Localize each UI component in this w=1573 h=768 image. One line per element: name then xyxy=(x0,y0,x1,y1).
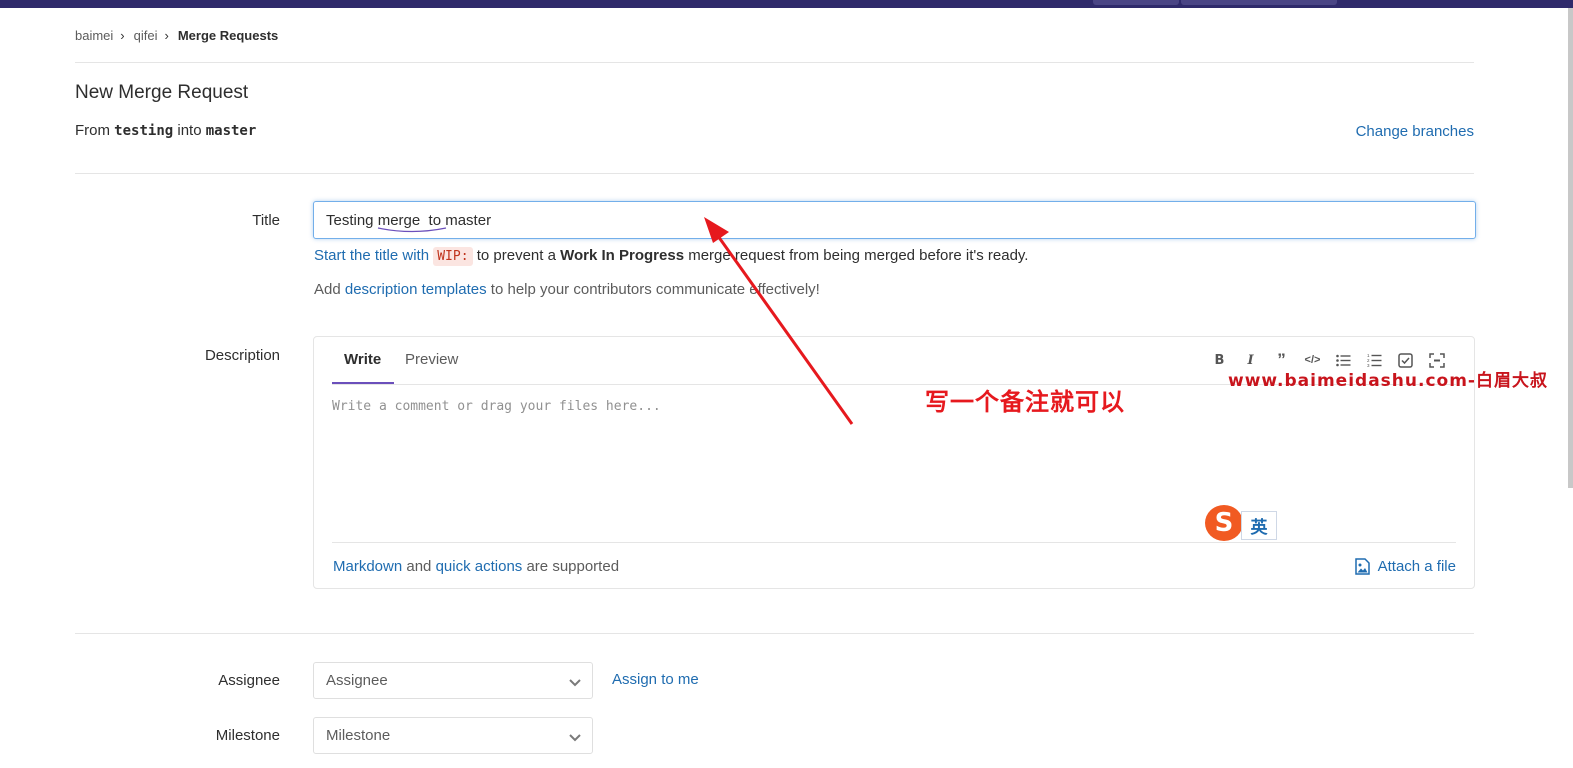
markdown-link[interactable]: Markdown xyxy=(333,558,402,575)
from-label: From xyxy=(75,122,110,139)
ime-indicator[interactable]: S 英 xyxy=(1205,505,1277,541)
description-templates-link[interactable]: description templates xyxy=(345,281,487,298)
watermark: www.baimeidashu.com-白眉大叔 xyxy=(1228,371,1548,391)
change-branches-link[interactable]: Change branches xyxy=(1356,123,1474,140)
editor-footer-divider xyxy=(332,542,1456,543)
tab-write[interactable]: Write xyxy=(344,351,381,368)
chevron-down-icon xyxy=(569,679,581,687)
assignee-dropdown[interactable]: Assignee xyxy=(313,662,593,699)
chevron-down-icon xyxy=(569,734,581,742)
wip-code: WIP: xyxy=(433,247,473,266)
breadcrumb: baimei › qifei › Merge Requests xyxy=(75,28,278,43)
wip-hint-strong: Work In Progress xyxy=(560,247,685,264)
into-label: into xyxy=(177,122,202,139)
attach-file-button[interactable]: Attach a file xyxy=(1354,558,1456,575)
markdown-hint: Markdown and quick actions are supported xyxy=(333,558,619,575)
scrollbar[interactable] xyxy=(1568,8,1573,488)
milestone-label: Milestone xyxy=(215,727,280,744)
chevron-right-icon: › xyxy=(164,28,169,43)
source-branch: testing xyxy=(114,123,174,139)
ime-language-toggle[interactable]: 英 xyxy=(1241,511,1277,540)
divider xyxy=(75,173,1474,174)
target-branch: master xyxy=(205,123,257,139)
navbar-tab[interactable] xyxy=(1181,0,1337,5)
templates-hint-prefix: Add xyxy=(314,281,341,298)
assign-to-me-link[interactable]: Assign to me xyxy=(612,671,699,688)
description-textarea[interactable] xyxy=(332,395,1456,541)
tab-preview[interactable]: Preview xyxy=(405,351,458,368)
breadcrumb-item-merge-requests[interactable]: Merge Requests xyxy=(178,28,278,43)
navbar-tab[interactable] xyxy=(1093,0,1179,5)
assignee-label: Assignee xyxy=(218,672,280,689)
wip-hint-link[interactable]: Start the title with xyxy=(314,247,429,264)
description-label: Description xyxy=(204,347,280,364)
top-navbar xyxy=(0,0,1573,8)
templates-hint: Add description templates to help your c… xyxy=(314,281,820,298)
markdown-hint-supported: are supported xyxy=(526,558,620,575)
annotation-text: 写一个备注就可以 xyxy=(925,388,1125,416)
breadcrumb-item-baimei[interactable]: baimei xyxy=(75,28,113,43)
chevron-right-icon: › xyxy=(120,28,125,43)
attach-file-label: Attach a file xyxy=(1377,558,1456,575)
markdown-hint-and: and xyxy=(406,558,432,575)
title-input[interactable] xyxy=(313,201,1476,239)
page-title: New Merge Request xyxy=(75,82,249,103)
divider xyxy=(75,633,1474,634)
branch-info: From testing into master xyxy=(75,122,256,139)
wip-hint: Start the title with WIP: to prevent a W… xyxy=(314,247,1029,266)
milestone-dropdown[interactable]: Milestone xyxy=(313,717,593,754)
divider xyxy=(75,62,1474,63)
assignee-placeholder: Assignee xyxy=(326,672,388,689)
image-icon xyxy=(1354,558,1370,575)
wip-hint-text: to prevent a xyxy=(476,247,556,264)
quick-actions-link[interactable]: quick actions xyxy=(436,558,523,575)
title-label: Title xyxy=(252,212,280,229)
sogou-logo-icon: S xyxy=(1205,505,1243,541)
templates-hint-suffix: to help your contributors communicate ef… xyxy=(490,281,820,298)
breadcrumb-item-qifei[interactable]: qifei xyxy=(134,28,158,43)
wip-hint-end: merge request from being merged before i… xyxy=(688,247,1029,264)
milestone-placeholder: Milestone xyxy=(326,727,391,744)
